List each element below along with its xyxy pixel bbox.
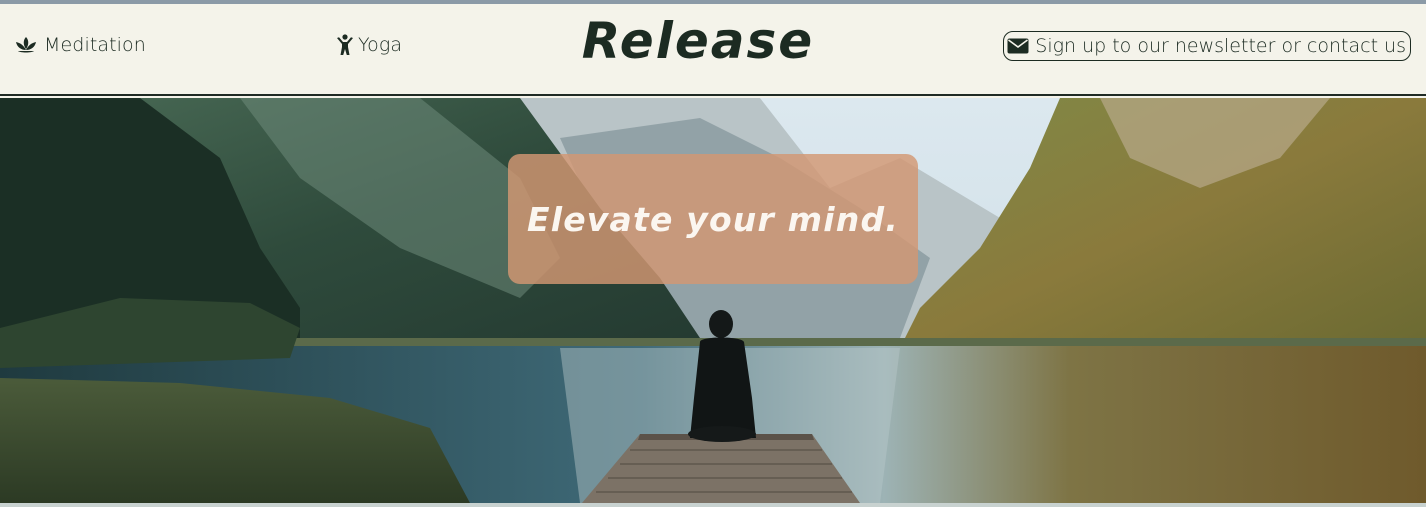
site-header: Meditation Yoga Release Sign up to our n… (0, 4, 1426, 96)
envelope-icon (1007, 38, 1029, 54)
newsletter-contact-button[interactable]: Sign up to our newsletter or contact us (1003, 31, 1411, 61)
newsletter-label: Sign up to our newsletter or contact us (1035, 35, 1406, 57)
bottom-strip (0, 503, 1426, 507)
tagline-box: Elevate your mind. (508, 154, 918, 284)
hero-tagline: Elevate your mind. (526, 199, 900, 239)
hero-banner: Elevate your mind. (0, 98, 1426, 503)
